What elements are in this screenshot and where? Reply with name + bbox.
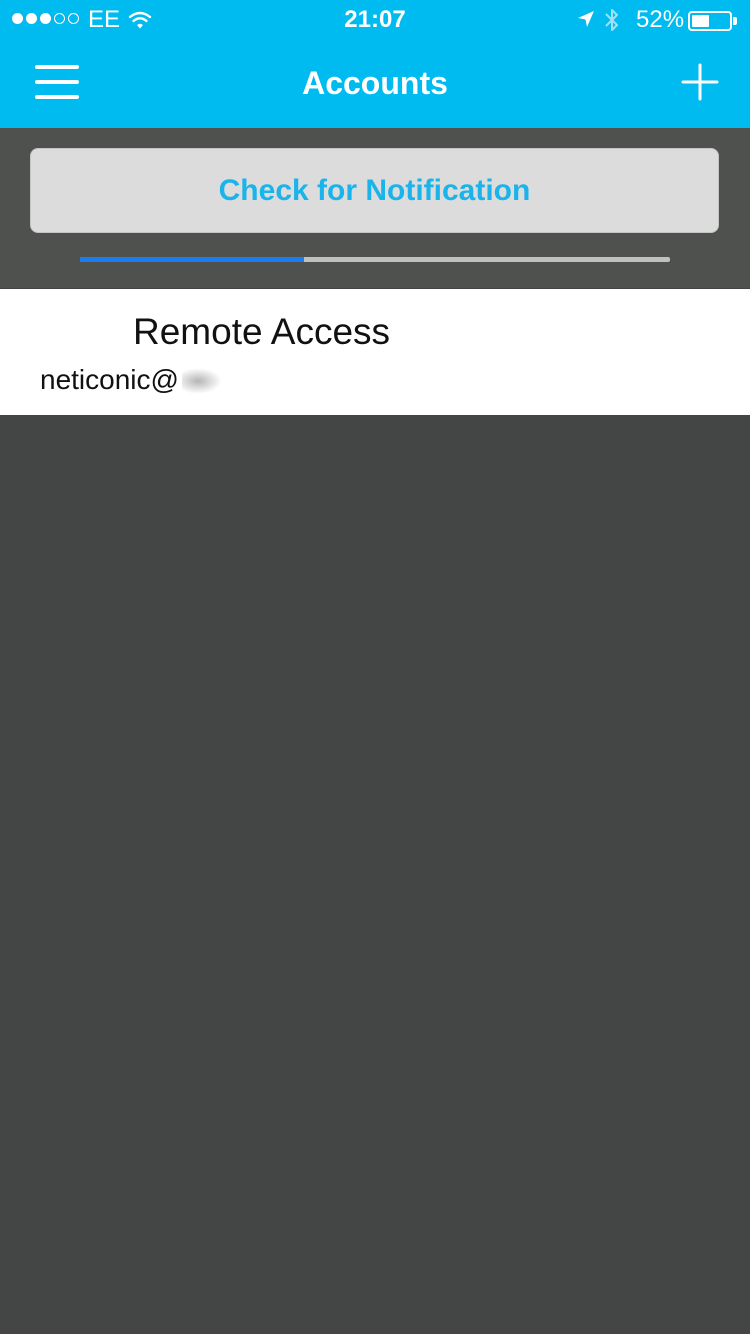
top-bar: EE 21:07 52% Accounts bbox=[0, 0, 750, 128]
location-arrow-icon bbox=[578, 11, 594, 27]
battery-cap bbox=[733, 17, 737, 25]
battery-icon bbox=[688, 11, 732, 31]
account-name: Remote Access bbox=[133, 311, 391, 352]
plus-icon bbox=[681, 63, 719, 101]
navigation-bar: Accounts bbox=[0, 40, 750, 128]
notification-section: Check for Notification bbox=[0, 128, 750, 288]
account-list-item[interactable]: Remote Access neticonic@ bbox=[0, 289, 750, 415]
check-notification-button[interactable]: Check for Notification bbox=[30, 148, 719, 233]
page-title: Accounts bbox=[302, 65, 448, 101]
progress-bar bbox=[80, 257, 670, 262]
bluetooth-icon bbox=[605, 9, 618, 31]
battery-percentage: 52% bbox=[636, 6, 685, 33]
status-bar: EE 21:07 52% bbox=[0, 0, 750, 40]
progress-bar-fill bbox=[80, 257, 305, 262]
redacted-email-blur bbox=[182, 368, 222, 394]
add-account-button[interactable] bbox=[672, 54, 728, 110]
battery-level-fill bbox=[692, 15, 709, 27]
account-email: neticonic@ bbox=[40, 364, 179, 395]
